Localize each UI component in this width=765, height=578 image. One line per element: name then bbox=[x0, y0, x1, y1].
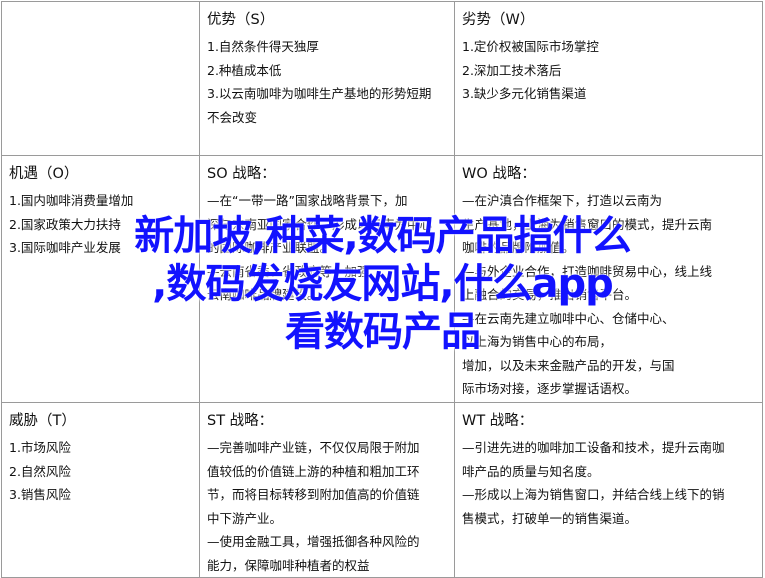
st-line: —使用金融工具，增强抵御各种风险的 bbox=[207, 534, 420, 549]
st-line: 能力，保障咖啡种植者的权益 bbox=[207, 557, 370, 573]
st-line: 节，而将目标转移到附加值高的价值链 bbox=[207, 487, 420, 502]
st-line: 值较低的价值链上游的种植和粗加工环 bbox=[207, 463, 420, 479]
strengths-item: 3.以云南咖啡为咖啡生产基地的形势短期 bbox=[207, 86, 432, 101]
strengths-cell: 优势（S） 1.自然条件得天独厚 2.种植成本低 3.以云南咖啡为咖啡生产基地的… bbox=[199, 1, 455, 156]
weaknesses-item: 2.深加工技术落后 bbox=[462, 62, 562, 78]
st-title: ST 战略： bbox=[207, 413, 274, 429]
threats-title: 威胁（T） bbox=[9, 413, 76, 429]
st-line: 中下游产业。 bbox=[207, 510, 283, 526]
st-line: —完善咖啡产业链，不仅仅局限于附加 bbox=[207, 440, 420, 455]
so-strategy-cell: SO 战略： —在“一带一路”国家战略背景下，加 深与东南亚国家合作，形成以云南… bbox=[199, 155, 455, 403]
wt-line: —形成以上海为销售窗口，并结合线上线下的销 bbox=[462, 487, 725, 502]
strengths-title: 优势（S） bbox=[207, 12, 275, 28]
weaknesses-cell: 劣势（W） 1.定价权被国际市场掌控 2.深加工技术落后 3.缺少多元化销售渠道 bbox=[454, 1, 763, 156]
so-line: —在“一带一路”国家战略背景下，加 bbox=[207, 193, 408, 208]
opportunities-item: 3.国际咖啡产业发展 bbox=[9, 240, 121, 255]
strengths-item: 1.自然条件得天独厚 bbox=[207, 39, 319, 54]
wo-line: 际市场对接，逐步掌握话语权。 bbox=[462, 381, 638, 396]
weaknesses-item: 3.缺少多元化销售渠道 bbox=[462, 86, 587, 101]
opportunities-item: 2.国家政策大力扶持 bbox=[9, 216, 121, 232]
weaknesses-item: 1.定价权被国际市场掌控 bbox=[462, 39, 599, 54]
threats-item: 1.市场风险 bbox=[9, 440, 71, 455]
st-strategy-cell: ST 战略： —完善咖啡产业链，不仅仅局限于附加 值较低的价值链上游的种植和粗加… bbox=[199, 402, 455, 578]
wt-line: 啡产品的质量与知名度。 bbox=[462, 463, 600, 479]
wt-title: WT 战略： bbox=[462, 413, 534, 429]
so-line: 的国际咖啡产业联盟。 bbox=[207, 240, 333, 255]
wo-line: 增加，以及未来金融产品的开发，与国 bbox=[462, 357, 675, 373]
wo-line: 生产基地，上海为销售窗口的模式，提升云南 bbox=[462, 216, 713, 232]
so-line: 深与东南亚国家合作，形成以云南为中心 bbox=[207, 216, 433, 232]
so-line: —云南省委、省政府等，加强 bbox=[207, 263, 370, 279]
wt-line: 售模式，打破单一的销售渠道。 bbox=[462, 510, 638, 526]
opportunities-cell: 机遇（O） 1.国内咖啡消费量增加 2.国家政策大力扶持 3.国际咖啡产业发展 bbox=[1, 155, 200, 403]
wt-line: —引进先进的咖啡加工设备和技术，提升云南咖 bbox=[462, 440, 725, 455]
wo-line: 上融合的交易，推出销售平台。 bbox=[462, 287, 638, 302]
so-line: 云南咖啡品牌建设。 bbox=[207, 287, 320, 302]
wo-line: —在云南先建立咖啡中心、仓储中心、 bbox=[462, 310, 675, 326]
weaknesses-title: 劣势（W） bbox=[462, 12, 535, 28]
wo-line: 咖啡的品牌附加值。 bbox=[462, 240, 575, 255]
opportunities-item: 1.国内咖啡消费量增加 bbox=[9, 193, 134, 208]
wo-line: —在沪滇合作框架下，打造以云南为 bbox=[462, 193, 663, 208]
wo-line: —与外企业合作，打造咖啡贸易中心，线上线 bbox=[462, 263, 713, 279]
threats-item: 2.自然风险 bbox=[9, 463, 71, 479]
empty-corner-cell bbox=[1, 1, 200, 156]
swot-table: 优势（S） 1.自然条件得天独厚 2.种植成本低 3.以云南咖啡为咖啡生产基地的… bbox=[1, 1, 763, 578]
wo-line: 以上海为销售中心的布局， bbox=[462, 334, 613, 349]
wo-title: WO 战略： bbox=[462, 166, 536, 182]
threats-item: 3.销售风险 bbox=[9, 487, 71, 502]
wt-strategy-cell: WT 战略： —引进先进的咖啡加工设备和技术，提升云南咖 啡产品的质量与知名度。… bbox=[454, 402, 763, 578]
threats-cell: 威胁（T） 1.市场风险 2.自然风险 3.销售风险 bbox=[1, 402, 200, 578]
strengths-item: 2.种植成本低 bbox=[207, 62, 282, 78]
strengths-item: 不会改变 bbox=[207, 109, 258, 125]
opportunities-title: 机遇（O） bbox=[9, 166, 79, 182]
so-title: SO 战略： bbox=[207, 166, 276, 182]
wo-strategy-cell: WO 战略： —在沪滇合作框架下，打造以云南为 生产基地，上海为销售窗口的模式，… bbox=[454, 155, 763, 403]
